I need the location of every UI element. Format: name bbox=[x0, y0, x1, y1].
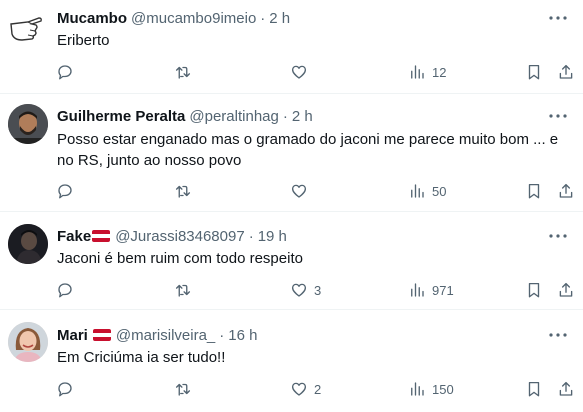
like-button[interactable] bbox=[290, 181, 314, 201]
display-name[interactable]: Fake bbox=[57, 228, 91, 245]
tweet-guilherme-peralta[interactable]: Guilherme Peralta @peraltinhag · 2 h Pos… bbox=[0, 94, 583, 212]
reply-icon bbox=[58, 382, 72, 397]
views-count: 50 bbox=[432, 183, 447, 199]
timestamp[interactable]: 19 h bbox=[258, 228, 287, 245]
bookmark-icon bbox=[528, 64, 540, 80]
views-count: 12 bbox=[432, 64, 447, 80]
dot-separator: · bbox=[260, 9, 266, 27]
tweet-header: Guilherme Peralta @peraltinhag · 2 h bbox=[57, 106, 313, 126]
views-button[interactable]: 150 bbox=[408, 379, 454, 399]
like-button[interactable]: 3 bbox=[290, 280, 321, 300]
timestamp[interactable]: 2 h bbox=[292, 108, 313, 125]
like-button[interactable]: 2 bbox=[290, 379, 321, 399]
avatar[interactable] bbox=[8, 10, 48, 50]
tweet-header: Mucambo @mucambo9imeio · 2 h bbox=[57, 8, 290, 28]
dot-separator: · bbox=[219, 326, 225, 344]
retweet-icon bbox=[175, 284, 191, 297]
share-button[interactable] bbox=[557, 379, 575, 399]
like-count: 2 bbox=[314, 381, 322, 397]
display-name[interactable]: Mucambo bbox=[57, 10, 127, 27]
flag-icon bbox=[92, 230, 111, 242]
like-button[interactable] bbox=[290, 62, 314, 82]
tweet-text: Jaconi é bem ruim com todo respeito bbox=[57, 250, 303, 267]
views-icon bbox=[411, 184, 424, 198]
share-button[interactable] bbox=[557, 280, 575, 300]
bookmark-icon bbox=[528, 183, 540, 199]
tweet-text: Posso estar enganado mas o gramado do ja… bbox=[57, 131, 559, 169]
share-button[interactable] bbox=[557, 62, 575, 82]
reply-button[interactable] bbox=[56, 280, 80, 300]
tweet-fake[interactable]: Fake @Jurassi83468097 · 19 h Jaconi é be… bbox=[0, 212, 583, 310]
timestamp[interactable]: 16 h bbox=[228, 327, 257, 344]
bookmark-button[interactable] bbox=[525, 181, 543, 201]
like-count: 3 bbox=[314, 282, 322, 298]
dot-separator: · bbox=[282, 107, 288, 125]
avatar[interactable] bbox=[8, 104, 48, 144]
like-icon bbox=[291, 283, 307, 297]
tweet-header: Fake @Jurassi83468097 · 19 h bbox=[57, 226, 287, 246]
tweet-header: Mari @marisilveira_ · 16 h bbox=[57, 325, 257, 345]
retweet-button[interactable] bbox=[174, 62, 198, 82]
share-icon bbox=[559, 64, 573, 79]
handle[interactable]: @Jurassi83468097 bbox=[115, 228, 244, 245]
flag-icon bbox=[92, 329, 111, 341]
bookmark-icon bbox=[528, 282, 540, 298]
retweet-button[interactable] bbox=[174, 379, 198, 399]
views-button[interactable]: 50 bbox=[408, 181, 446, 201]
dot-separator: · bbox=[248, 227, 254, 245]
avatar[interactable] bbox=[8, 322, 48, 362]
more-icon[interactable] bbox=[547, 106, 569, 126]
tweet-mari[interactable]: Mari @marisilveira_ · 16 h Em Criciúma i… bbox=[0, 310, 583, 412]
reply-button[interactable] bbox=[56, 379, 80, 399]
more-icon[interactable] bbox=[547, 8, 569, 28]
share-button[interactable] bbox=[557, 181, 575, 201]
reply-feed: Mucambo @mucambo9imeio · 2 h Eriberto 12 bbox=[0, 0, 583, 412]
views-icon bbox=[411, 283, 424, 297]
share-icon bbox=[559, 282, 573, 297]
retweet-button[interactable] bbox=[174, 181, 198, 201]
reply-icon bbox=[58, 283, 72, 298]
retweet-icon bbox=[175, 66, 191, 79]
more-icon[interactable] bbox=[547, 325, 569, 345]
views-count: 971 bbox=[432, 282, 454, 298]
reply-icon bbox=[58, 65, 72, 80]
retweet-icon bbox=[175, 185, 191, 198]
avatar[interactable] bbox=[8, 224, 48, 264]
retweet-icon bbox=[175, 383, 191, 396]
retweet-button[interactable] bbox=[174, 280, 198, 300]
views-icon bbox=[411, 382, 424, 396]
views-icon bbox=[411, 65, 424, 79]
like-icon bbox=[291, 65, 307, 79]
share-icon bbox=[559, 183, 573, 198]
share-icon bbox=[559, 381, 573, 396]
bookmark-button[interactable] bbox=[525, 62, 543, 82]
handle[interactable]: @peraltinhag bbox=[189, 108, 278, 125]
display-name[interactable]: Mari bbox=[57, 327, 88, 344]
views-button[interactable]: 12 bbox=[408, 62, 446, 82]
more-icon[interactable] bbox=[547, 226, 569, 246]
reply-button[interactable] bbox=[56, 62, 80, 82]
bookmark-icon bbox=[528, 381, 540, 397]
reply-icon bbox=[58, 184, 72, 199]
tweet-text: Eriberto bbox=[57, 32, 110, 49]
views-count: 150 bbox=[432, 381, 454, 397]
tweet-text: Em Criciúma ia ser tudo!! bbox=[57, 349, 226, 366]
like-icon bbox=[291, 184, 307, 198]
reply-button[interactable] bbox=[56, 181, 80, 201]
views-button[interactable]: 971 bbox=[408, 280, 454, 300]
display-name[interactable]: Guilherme Peralta bbox=[57, 108, 185, 125]
like-icon bbox=[291, 382, 307, 396]
timestamp[interactable]: 2 h bbox=[269, 10, 290, 27]
handle[interactable]: @marisilveira_ bbox=[116, 327, 215, 344]
bookmark-button[interactable] bbox=[525, 280, 543, 300]
bookmark-button[interactable] bbox=[525, 379, 543, 399]
handle[interactable]: @mucambo9imeio bbox=[131, 10, 256, 27]
tweet-mucambo[interactable]: Mucambo @mucambo9imeio · 2 h Eriberto 12 bbox=[0, 0, 583, 94]
